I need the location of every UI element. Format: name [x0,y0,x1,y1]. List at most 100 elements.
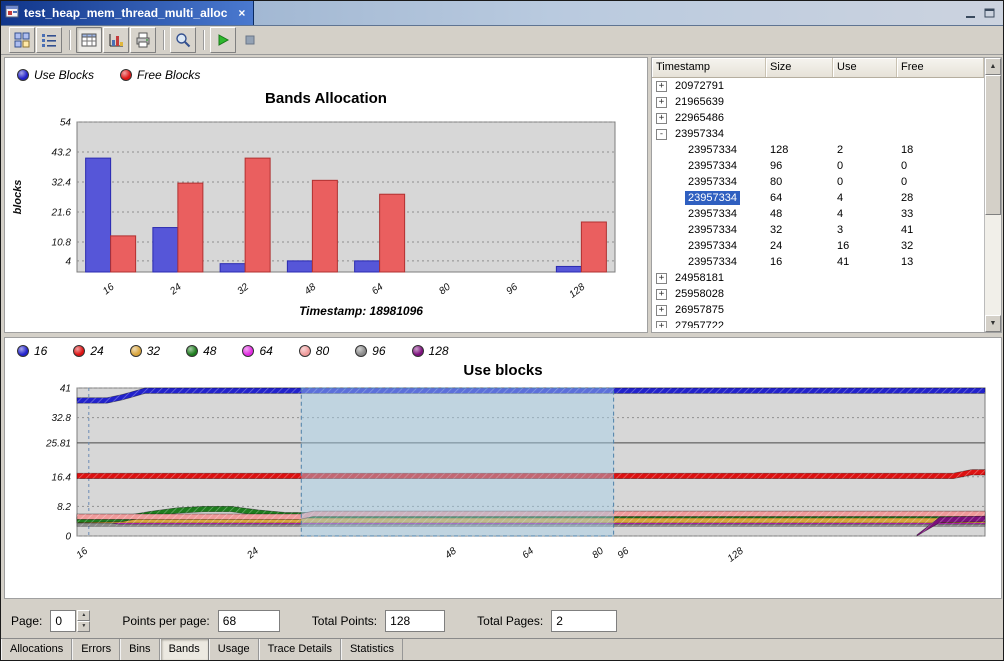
tab-bands[interactable]: Bands [160,639,209,660]
size-cell: 32 [766,224,833,236]
timestamp-cell: 23957334 [652,255,766,269]
tab-bins[interactable]: Bins [120,639,159,660]
column-header-use[interactable]: Use [833,58,897,77]
table-row[interactable]: 2395733448433 [652,206,984,222]
svg-text:24: 24 [244,545,261,561]
timestamp-cell: 23957334 [652,191,766,205]
timestamp-value: 23957334 [672,127,727,141]
minimize-icon[interactable] [963,6,979,20]
application-window: test_heap_mem_thread_multi_alloc × [0,0,1004,661]
column-header-timestamp[interactable]: Timestamp [652,58,766,77]
table-row[interactable]: +21965639 [652,94,984,110]
expand-icon[interactable]: + [656,289,667,300]
table-row[interactable]: +22965486 [652,110,984,126]
table-row[interactable]: +27957722 [652,318,984,328]
svg-text:25.81: 25.81 [45,438,71,449]
spin-up-icon[interactable]: ▲ [77,610,90,621]
table-row[interactable]: 239573348000 [652,174,984,190]
table-row[interactable]: 23957334164113 [652,254,984,270]
table-body: +20972791+21965639+22965486-239573342395… [652,78,984,328]
svg-text:48: 48 [443,545,459,561]
table-row[interactable]: -23957334 [652,126,984,142]
size-cell: 96 [766,160,833,172]
table-row[interactable]: 2395733432341 [652,222,984,238]
timestamp-value: 27957722 [672,319,727,328]
free-cell: 0 [897,176,984,188]
scrollbar-thumb[interactable] [985,75,1001,215]
bands-allocation-chart[interactable]: 410.821.632.443.254blocks162432486480961… [5,114,647,302]
table-row[interactable]: +24958181 [652,270,984,286]
page-input[interactable] [50,610,76,632]
table-row[interactable]: 2395733464428 [652,190,984,206]
legend-color-icon [412,345,424,357]
stop-icon [242,32,258,48]
svg-text:96: 96 [616,545,632,561]
free-cell: 41 [897,224,984,236]
scroll-up-icon[interactable]: ▲ [985,58,1001,75]
legend-item: 128 [412,344,449,358]
tab-usage[interactable]: Usage [209,639,259,660]
expand-icon[interactable]: + [656,305,667,316]
svg-text:32.4: 32.4 [52,178,72,189]
table-row[interactable]: +25958028 [652,286,984,302]
maximize-icon[interactable] [982,6,998,20]
table-row[interactable]: +26957875 [652,302,984,318]
svg-text:80: 80 [590,545,606,561]
column-header-size[interactable]: Size [766,58,833,77]
zoom-icon [175,32,191,48]
paging-controls: Page: ▲ ▼ Points per page: Total Points:… [1,602,1003,640]
svg-text:0: 0 [65,532,71,543]
table-row[interactable]: +20972791 [652,78,984,94]
svg-text:16: 16 [75,545,91,561]
page-spinner[interactable]: ▲ ▼ [50,610,90,632]
show-bar-chart-button[interactable] [103,27,129,53]
timestamp-cell: +22965486 [652,111,766,125]
size-cell: 128 [766,144,833,156]
zoom-fit-button[interactable] [170,27,196,53]
timestamp-table-panel: Timestamp Size Use Free +20972791+219656… [651,57,1002,333]
table-row[interactable]: 239573349600 [652,158,984,174]
use-blocks-chart[interactable]: 08.216.425.8132.841162448648096128 [5,382,1001,594]
close-icon[interactable]: × [238,6,245,20]
timestamp-cell: 23957334 [652,143,766,157]
tab-errors[interactable]: Errors [72,639,120,660]
table-row[interactable]: 23957334241632 [652,238,984,254]
editor-tab-bar: test_heap_mem_thread_multi_alloc × [1,1,1003,26]
use-cell: 16 [833,240,897,252]
use-cell: 3 [833,224,897,236]
expand-icon[interactable]: + [656,97,667,108]
stop-button[interactable] [237,27,263,53]
use-blocks-panel: 16243248648096128 Use blocks 08.216.425.… [4,337,1002,599]
svg-text:43.2: 43.2 [52,148,72,159]
scroll-down-icon[interactable]: ▼ [985,315,1001,332]
vertical-scrollbar[interactable]: ▲ ▼ [984,58,1001,332]
expand-icon[interactable]: + [656,273,667,284]
expand-icon[interactable]: + [656,81,667,92]
timestamp-cell: -23957334 [652,127,766,141]
tab-statistics[interactable]: Statistics [341,639,403,660]
tab-allocations[interactable]: Allocations [1,639,72,660]
timestamp-cell: 23957334 [652,239,766,253]
timestamp-cell: +25958028 [652,287,766,301]
total-points-label: Total Points: [312,614,377,628]
editor-tab[interactable]: test_heap_mem_thread_multi_alloc × [1,1,254,25]
view-grid-button[interactable] [9,27,35,53]
expand-icon[interactable]: + [656,113,667,124]
timestamp-cell: +24958181 [652,271,766,285]
table-row[interactable]: 23957334128218 [652,142,984,158]
points-per-page-input[interactable] [218,610,280,632]
run-button[interactable] [210,27,236,53]
expand-icon[interactable]: + [656,321,667,329]
print-button[interactable] [130,27,156,53]
total-pages-label: Total Pages: [477,614,543,628]
svg-text:80: 80 [437,281,453,297]
collapse-icon[interactable]: - [656,129,667,140]
spin-down-icon[interactable]: ▼ [77,621,90,632]
show-table-button[interactable] [76,27,102,53]
legend-label: Use Blocks [34,68,94,82]
legend-color-icon [73,345,85,357]
tab-trace-details[interactable]: Trace Details [259,639,341,660]
view-list-button[interactable] [36,27,62,53]
column-header-free[interactable]: Free [897,58,984,77]
points-per-page-label: Points per page: [122,614,209,628]
